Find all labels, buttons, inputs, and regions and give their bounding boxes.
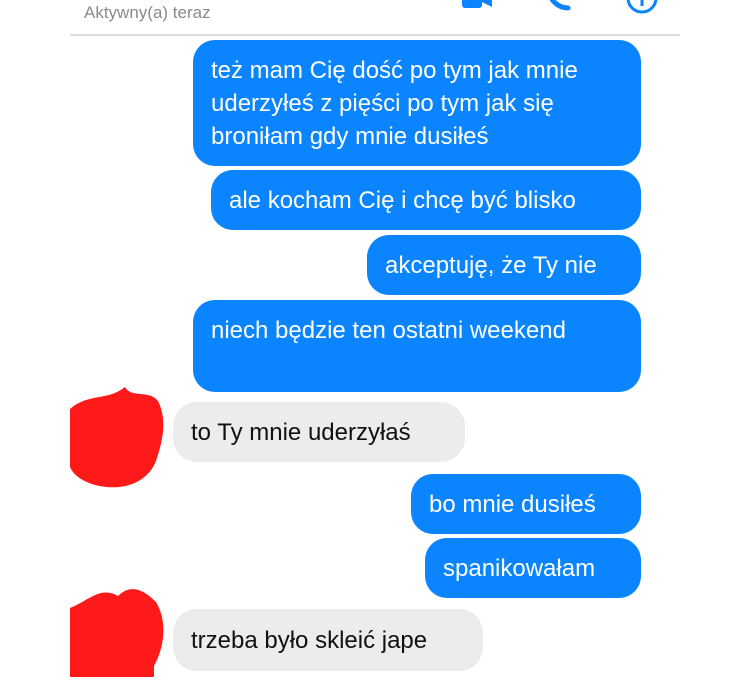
redacted-avatar <box>70 589 164 677</box>
info-icon[interactable] <box>622 0 662 18</box>
message-incoming[interactable]: to Ty mnie uderzyłaś <box>173 402 465 462</box>
message-outgoing[interactable]: niech będzie ten ostatni weekend <box>193 300 641 392</box>
video-call-icon[interactable] <box>458 0 498 18</box>
phone-call-icon[interactable] <box>540 0 580 18</box>
message-outgoing[interactable]: też mam Cię dość po tym jak mnie uderzył… <box>193 40 641 166</box>
message-outgoing[interactable]: bo mnie dusiłeś <box>411 474 641 534</box>
message-outgoing[interactable]: akceptuję, że Ty nie <box>367 235 641 295</box>
message-outgoing[interactable]: ale kocham Cię i chcę być blisko <box>211 170 641 230</box>
message-incoming[interactable]: trzeba było skleić jape <box>173 609 483 671</box>
active-status: Aktywny(a) teraz <box>84 3 211 22</box>
messenger-screen: Aktywny(a) teraz też mam Cię dość po tym… <box>70 0 680 677</box>
message-outgoing[interactable]: spanikowałam <box>425 538 641 598</box>
chat-header: Aktywny(a) teraz <box>70 0 680 36</box>
redacted-avatar <box>70 387 164 488</box>
message-list: też mam Cię dość po tym jak mnie uderzył… <box>70 36 680 677</box>
